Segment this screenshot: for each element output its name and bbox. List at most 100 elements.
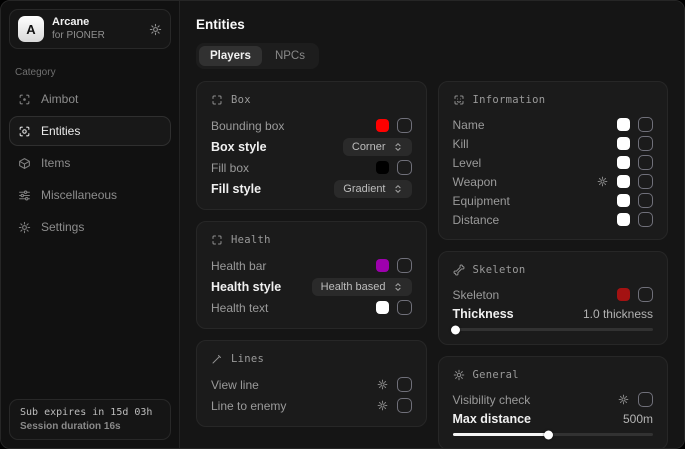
- health-text-checkbox[interactable]: [397, 300, 412, 315]
- setting-row: Line to enemy: [211, 395, 412, 416]
- sidebar-item-entities[interactable]: Entities: [9, 116, 171, 146]
- name-checkbox[interactable]: [638, 117, 653, 132]
- slider-label-row: Max distance 500m: [453, 409, 654, 428]
- equipment-checkbox[interactable]: [638, 193, 653, 208]
- thickness-value: 1.0 thickness: [583, 307, 653, 321]
- app-logo: A: [18, 16, 44, 42]
- setting-row: Health bar: [211, 255, 412, 276]
- color-swatch[interactable]: [617, 118, 630, 131]
- color-swatch[interactable]: [376, 301, 389, 314]
- chevrons-up-down-icon: [393, 184, 403, 194]
- sidebar-nav: Aimbot Entities Items Miscellaneous: [1, 82, 179, 246]
- scan-face-icon: [453, 94, 465, 106]
- thickness-slider[interactable]: [453, 328, 654, 331]
- gear-icon[interactable]: [377, 379, 388, 390]
- gear-icon[interactable]: [149, 23, 162, 36]
- subscription-info: Sub expires in 15d 03h Session duration …: [9, 399, 171, 440]
- level-checkbox[interactable]: [638, 155, 653, 170]
- sub-expiry-text: Sub expires in 15d 03h: [20, 407, 160, 418]
- setting-row: Weapon: [453, 172, 654, 191]
- gear-icon[interactable]: [618, 394, 629, 405]
- color-swatch[interactable]: [617, 213, 630, 226]
- box-style-dropdown[interactable]: Corner: [343, 138, 412, 156]
- fill-box-checkbox[interactable]: [397, 160, 412, 175]
- skeleton-checkbox[interactable]: [638, 287, 653, 302]
- card-title: Box: [231, 94, 251, 106]
- gear-icon: [17, 221, 31, 234]
- page-title: Entities: [196, 17, 668, 32]
- setting-row: View line: [211, 374, 412, 395]
- sidebar-item-settings[interactable]: Settings: [9, 212, 171, 242]
- color-swatch[interactable]: [617, 288, 630, 301]
- bounding-box-checkbox[interactable]: [397, 118, 412, 133]
- sidebar-item-miscellaneous[interactable]: Miscellaneous: [9, 180, 171, 210]
- color-swatch[interactable]: [376, 119, 389, 132]
- card-title: Lines: [231, 353, 264, 365]
- card-title: Information: [473, 94, 546, 106]
- information-card: Information Name Kill: [438, 81, 669, 240]
- max-distance-value: 500m: [623, 412, 653, 426]
- setting-row: Level: [453, 153, 654, 172]
- setting-row: Box style Corner: [211, 136, 412, 157]
- skeleton-card: Skeleton Skeleton Thickness 1.0 thicknes…: [438, 251, 669, 345]
- view-line-checkbox[interactable]: [397, 377, 412, 392]
- sidebar-item-label: Aimbot: [41, 92, 78, 106]
- pencil-line-icon: [211, 353, 223, 365]
- visibility-check-checkbox[interactable]: [638, 392, 653, 407]
- kill-checkbox[interactable]: [638, 136, 653, 151]
- tab-players[interactable]: Players: [199, 46, 262, 66]
- main-panel: Entities Players NPCs Box Bounding box: [180, 1, 684, 448]
- tab-npcs[interactable]: NPCs: [264, 46, 316, 66]
- color-swatch[interactable]: [617, 156, 630, 169]
- setting-row: Equipment: [453, 191, 654, 210]
- color-swatch[interactable]: [617, 137, 630, 150]
- color-swatch[interactable]: [376, 161, 389, 174]
- gear-icon[interactable]: [377, 400, 388, 411]
- general-card: General Visibility check Max distance: [438, 356, 669, 448]
- card-title: Health: [231, 234, 271, 246]
- bone-icon: [453, 264, 465, 276]
- session-duration-text: Session duration 16s: [20, 421, 160, 432]
- slider-label-row: Thickness 1.0 thickness: [453, 304, 654, 323]
- sliders-icon: [17, 189, 31, 202]
- sidebar-item-label: Miscellaneous: [41, 188, 117, 202]
- gear-icon[interactable]: [597, 176, 608, 187]
- sidebar-item-label: Settings: [41, 220, 84, 234]
- sidebar-item-items[interactable]: Items: [9, 148, 171, 178]
- color-swatch[interactable]: [376, 259, 389, 272]
- distance-checkbox[interactable]: [638, 212, 653, 227]
- slider-handle[interactable]: [544, 430, 553, 439]
- app-subtitle: for PIONER: [52, 30, 141, 43]
- app-window: A Arcane for PIONER Category Aimbot: [0, 0, 685, 449]
- health-bar-checkbox[interactable]: [397, 258, 412, 273]
- box-select-icon: [211, 94, 223, 106]
- line-to-enemy-checkbox[interactable]: [397, 398, 412, 413]
- gear-icon: [453, 369, 465, 381]
- color-swatch[interactable]: [617, 194, 630, 207]
- category-label: Category: [15, 67, 165, 78]
- sidebar-item-aimbot[interactable]: Aimbot: [9, 84, 171, 114]
- app-title: Arcane: [52, 16, 141, 30]
- box-card: Box Bounding box Box style Corner: [196, 81, 427, 210]
- chevrons-up-down-icon: [393, 282, 403, 292]
- health-card: Health Health bar Health style Health ba…: [196, 221, 427, 329]
- fill-style-dropdown[interactable]: Gradient: [334, 180, 411, 198]
- weapon-checkbox[interactable]: [638, 174, 653, 189]
- sidebar: A Arcane for PIONER Category Aimbot: [1, 1, 180, 448]
- color-swatch[interactable]: [617, 175, 630, 188]
- health-style-dropdown[interactable]: Health based: [312, 278, 412, 296]
- card-title: General: [473, 369, 519, 381]
- box-select-icon: [211, 234, 223, 246]
- slider-handle[interactable]: [451, 325, 460, 334]
- entities-eye-icon: [17, 125, 31, 138]
- sidebar-item-label: Items: [41, 156, 70, 170]
- max-distance-slider[interactable]: [453, 433, 654, 436]
- chevrons-up-down-icon: [393, 142, 403, 152]
- setting-row: Bounding box: [211, 115, 412, 136]
- setting-row: Fill style Gradient: [211, 178, 412, 199]
- setting-row: Distance: [453, 210, 654, 229]
- setting-row: Name: [453, 115, 654, 134]
- setting-row: Kill: [453, 134, 654, 153]
- setting-row: Health style Health based: [211, 276, 412, 297]
- setting-row: Health text: [211, 297, 412, 318]
